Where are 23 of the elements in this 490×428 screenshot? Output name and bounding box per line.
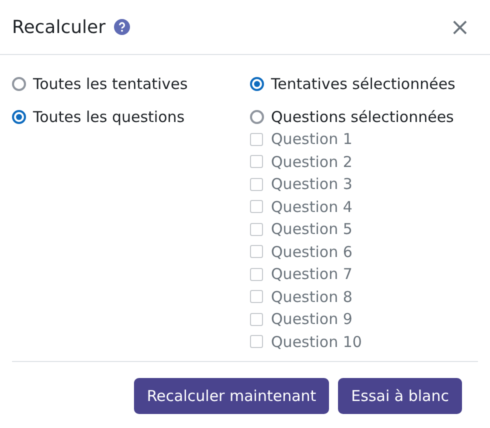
close-button[interactable]: × — [450, 15, 470, 39]
radio-button[interactable] — [250, 110, 264, 124]
recalculate-button[interactable]: Recalculer maintenant — [134, 378, 330, 414]
dialog-title: Recalculer — [12, 16, 106, 40]
checkbox-label: Question 2 — [271, 152, 352, 172]
radio-button[interactable] — [12, 77, 26, 91]
radio-label: Tentatives sélectionnées — [271, 74, 456, 95]
radio-button[interactable] — [12, 110, 26, 124]
help-icon[interactable] — [114, 19, 130, 35]
radio-label: Toutes les tentatives — [33, 74, 188, 95]
radio-button[interactable] — [250, 77, 264, 91]
checkbox-label: Question 9 — [271, 309, 352, 330]
radio-label: Toutes les questions — [33, 106, 185, 128]
checkbox-label: Question 4 — [271, 196, 352, 218]
checkbox-label: Question 1 — [271, 129, 352, 150]
checkbox-label: Question 5 — [271, 219, 352, 240]
dry-run-button[interactable]: Essai à blanc — [338, 378, 462, 414]
radio-label: Questions sélectionnées — [271, 106, 454, 128]
checkbox-label: Question 10 — [271, 332, 362, 352]
checkbox-label: Question 3 — [271, 174, 352, 195]
checkbox-label: Question 6 — [271, 242, 352, 262]
checkbox-label: Question 8 — [271, 286, 352, 308]
checkbox-label: Question 7 — [271, 264, 352, 285]
